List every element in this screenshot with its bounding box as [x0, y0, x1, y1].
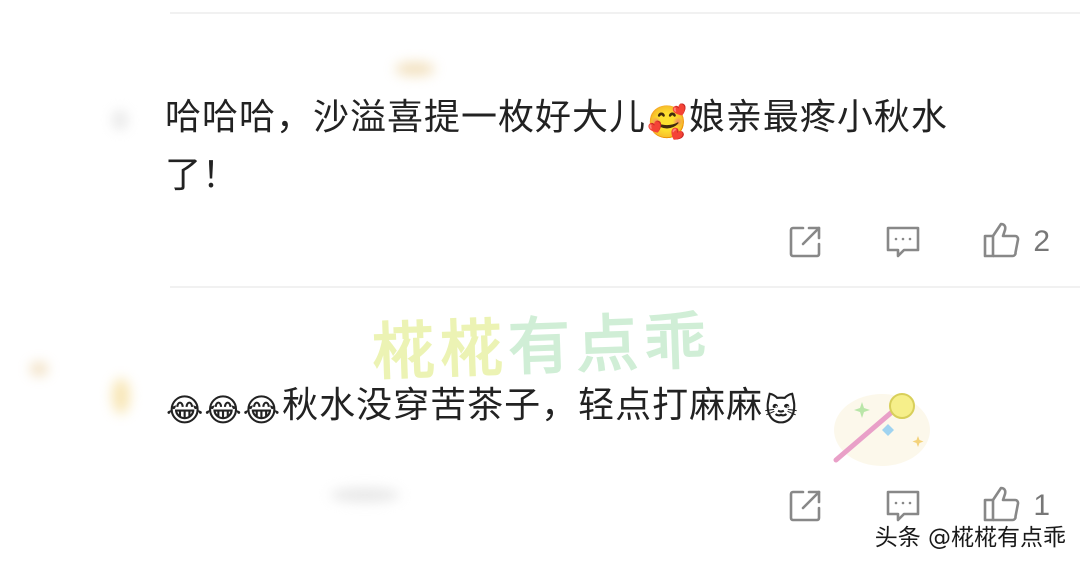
- divider: [170, 12, 1080, 14]
- reply-icon[interactable]: [883, 222, 923, 262]
- tears-of-joy-emoji-icon: 😂😂😂: [166, 391, 282, 429]
- comment-1-text: 哈哈哈，沙溢喜提一枚好大儿🥰娘亲最疼小秋水了！: [165, 89, 995, 205]
- watermark-part2: 有点乖: [506, 304, 714, 385]
- blurred-avatar: [112, 378, 130, 414]
- blushing-face-emoji-icon: 🥰: [647, 103, 688, 141]
- like-button[interactable]: 2: [981, 220, 1050, 264]
- blurred-avatar: [395, 62, 435, 76]
- comment-text-segment: 哈哈哈，沙溢喜提一枚好大儿: [165, 97, 647, 138]
- share-icon[interactable]: [785, 222, 825, 262]
- source-credit: 头条 @椛椛有点乖: [874, 525, 1066, 551]
- thumbs-up-icon[interactable]: [981, 220, 1023, 264]
- magic-wand-sticker-icon: [833, 393, 930, 466]
- blurred-avatar: [30, 362, 48, 376]
- cat-emoji-icon: 🐱: [764, 391, 799, 429]
- blurred-avatar: [112, 110, 128, 130]
- comment-text-segment: 秋水没穿苦茶子，轻点打麻麻: [282, 385, 764, 426]
- blurred-name: [330, 488, 400, 502]
- comment-feed: 哈哈哈，沙溢喜提一枚好大儿🥰娘亲最疼小秋水了！ 2 椛椛有点乖 😂😂😂秋水没穿苦…: [0, 0, 1080, 562]
- divider: [170, 286, 1080, 288]
- like-count: 2: [1033, 225, 1050, 258]
- share-icon[interactable]: [785, 486, 825, 526]
- comment-1-actions: 2: [727, 220, 1050, 264]
